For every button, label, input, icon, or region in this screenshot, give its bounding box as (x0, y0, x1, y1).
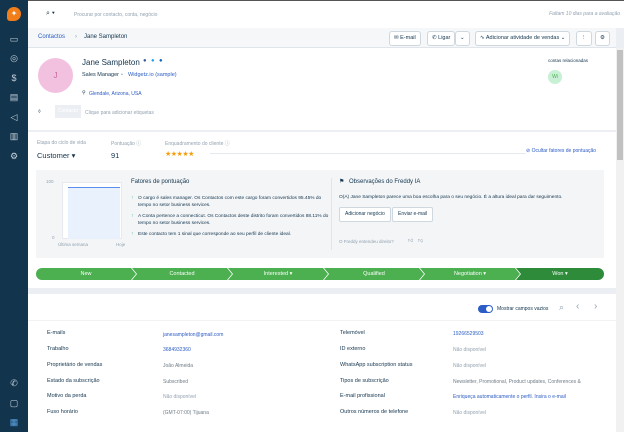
freddy-title: Observações do Freddy IA (349, 179, 421, 185)
tag-icon: ⬫ (38, 106, 41, 117)
score-panel: 100 0 Última semana Hoje Fatores de pont… (36, 170, 604, 258)
fit-label: Enquadramento do cliente ⓘ (165, 141, 230, 147)
pipeline-stage-interested[interactable]: Interested ▾ (228, 268, 328, 280)
next-icon[interactable]: › (594, 301, 597, 312)
show-empty-fields-label: Mostrar campos vazios (497, 306, 549, 312)
profile-card: J Jane Sampleton ● ● ● Sales Manager • W… (28, 48, 616, 130)
settings-button[interactable]: ⚙ (595, 31, 610, 46)
location-link[interactable]: Glendale, Arizona, USA (89, 91, 142, 97)
add-activity-button[interactable]: ∿ Adicionar atividade de vendas ⌄ (475, 31, 571, 46)
chart-x-end: Hoje (116, 242, 126, 247)
facebook-icon[interactable]: ● (143, 58, 147, 64)
freddy-feedback: O Freddy entendeu direito? (339, 239, 394, 244)
phone-icon[interactable]: ✆ (8, 377, 20, 389)
scrollbar-thumb[interactable] (617, 50, 623, 160)
freddy-text: O(A) Jane Sampleton parece uma boa escol… (339, 195, 563, 200)
add-deal-button[interactable]: Adicionar negócio (339, 207, 391, 222)
email-link[interactable]: janesampleton@gmail.com (163, 332, 223, 338)
hide-score-factors-link[interactable]: ⊘ Ocultar fatores de pontuação (526, 148, 596, 154)
chart-ymax: 100 (46, 179, 54, 184)
job-title: Sales Manager (82, 72, 119, 78)
arrow-up-icon: ↑ (131, 196, 134, 201)
chart-ymin: 0 (52, 235, 55, 240)
deals-icon[interactable]: $ (8, 72, 20, 84)
chevron-right-icon: › (75, 34, 77, 40)
factor-item: ↑ O cargo é sales manager. Os Contactos c… (131, 196, 322, 208)
factor-item: ↑ A Conta pertence a connecticut. Os Cont… (131, 214, 329, 226)
lifecycle-label: Etapa do ciclo de vida (37, 140, 86, 146)
freddy-icon: ⚑ (339, 179, 345, 185)
arrow-up-icon: ↑ (131, 214, 134, 219)
separator: • (121, 72, 123, 78)
breadcrumb-bar: Contactos › Jane Sampleton ✉ E-mail ✆ Li… (28, 28, 616, 48)
chart-x-start: Última semana (58, 242, 89, 247)
call-dropdown-button[interactable]: ⌄ (455, 31, 470, 46)
tag-chip[interactable]: Contacto (55, 105, 82, 118)
logo-icon[interactable]: ✦ (7, 7, 21, 21)
work-phone-link[interactable]: 3684932360 (163, 347, 191, 353)
pipeline-stage-negotiation[interactable]: Negotiation ▾ (420, 268, 520, 280)
search-input[interactable]: Procurar por contacto, conta, negócio (74, 12, 157, 18)
previous-icon[interactable]: ‹ (576, 301, 579, 312)
search-icon[interactable]: ⌕ ▾ (46, 10, 55, 18)
lifecycle-stage-dropdown[interactable]: Customer ▾ (37, 151, 75, 160)
pipeline: New Contacted Interested ▾ Qualified Neg… (36, 268, 604, 280)
score-value: 91 (111, 151, 120, 160)
linkedin-icon[interactable]: ● (159, 58, 163, 64)
thumbs-down-icon[interactable]: 👎︎ (418, 238, 423, 244)
company-link[interactable]: Widgetz.io (sample) (128, 72, 177, 78)
search-icon[interactable]: ⌕ (559, 302, 564, 313)
score-label: Pontuação ⓘ (111, 141, 142, 147)
mobile-link[interactable]: 19266529503 (453, 331, 484, 337)
pipeline-stage-contacted[interactable]: Contacted (132, 268, 232, 280)
more-button[interactable]: ⋮ (576, 31, 592, 46)
top-bar: ⌕ ▾ Procurar por contacto, conta, negóci… (28, 0, 624, 28)
scrollbar[interactable] (616, 48, 624, 432)
add-tag-link[interactable]: Clique para adicionar etiquetas (85, 110, 154, 116)
help-icon[interactable]: ▢ (8, 397, 20, 409)
chat-icon[interactable]: ▤ (8, 91, 20, 103)
pipeline-stage-new[interactable]: New (36, 268, 136, 280)
sidebar: ✦ ▭ ◎ $ ▤ ◁ ▥ ⚙ ✆ ▢ ▦ (0, 0, 28, 432)
campaigns-icon[interactable]: ◁ (8, 111, 20, 123)
contact-name: Jane Sampleton (82, 58, 140, 67)
avatar: J (38, 58, 73, 93)
pipeline-stage-qualified[interactable]: Qualified (324, 268, 424, 280)
divider (331, 178, 332, 250)
fit-stars: ★★★★★ (165, 151, 194, 158)
breadcrumb-contacts[interactable]: Contactos (38, 34, 65, 40)
score-chart (62, 182, 122, 239)
score-area (68, 187, 120, 239)
divider (210, 153, 526, 154)
twitter-icon[interactable]: ● (151, 58, 155, 64)
related-accounts-label: contas relacionadas (548, 58, 589, 63)
factors-list: ↑ O cargo é sales manager. Os Contactos c… (131, 195, 331, 238)
settings-icon[interactable]: ⚙ (8, 150, 20, 162)
contacts-icon[interactable]: ◎ (8, 52, 20, 64)
calendar-icon[interactable]: ▭ (8, 33, 20, 45)
call-button[interactable]: ✆ Ligar (427, 31, 456, 46)
arrow-up-icon: ↑ (131, 232, 134, 237)
breadcrumb-current: Jane Sampleton (84, 34, 128, 40)
factors-title: Fatores de pontuação (131, 179, 190, 185)
lifecycle-section: Etapa do ciclo de vida Customer ▾ Pontua… (28, 132, 616, 288)
trial-notice: Faltam 10 dias para a avaliação (549, 11, 620, 17)
location-icon: ⚲ (82, 90, 86, 96)
show-empty-fields-toggle[interactable] (478, 305, 493, 313)
divider (28, 320, 616, 321)
fields-section: Mostrar campos vazios ⌕ ‹ › E-mails janes… (28, 294, 616, 432)
related-account-avatar[interactable]: Wi (548, 70, 562, 84)
enrich-email-link[interactable]: Enriqueça automaticamente o perfil. Insi… (453, 394, 566, 400)
send-email-button[interactable]: Enviar e-mail (392, 207, 434, 222)
factor-item: ↑ Este contacto tem 1 sinal que correspon… (131, 232, 292, 237)
email-button[interactable]: ✉ E-mail (389, 31, 421, 46)
reports-icon[interactable]: ▥ (8, 130, 20, 142)
apps-icon[interactable]: ▦ (8, 416, 20, 428)
thumbs-up-icon[interactable]: 👍︎ (408, 238, 413, 244)
pipeline-stage-won[interactable]: Won ▾ (516, 268, 604, 280)
